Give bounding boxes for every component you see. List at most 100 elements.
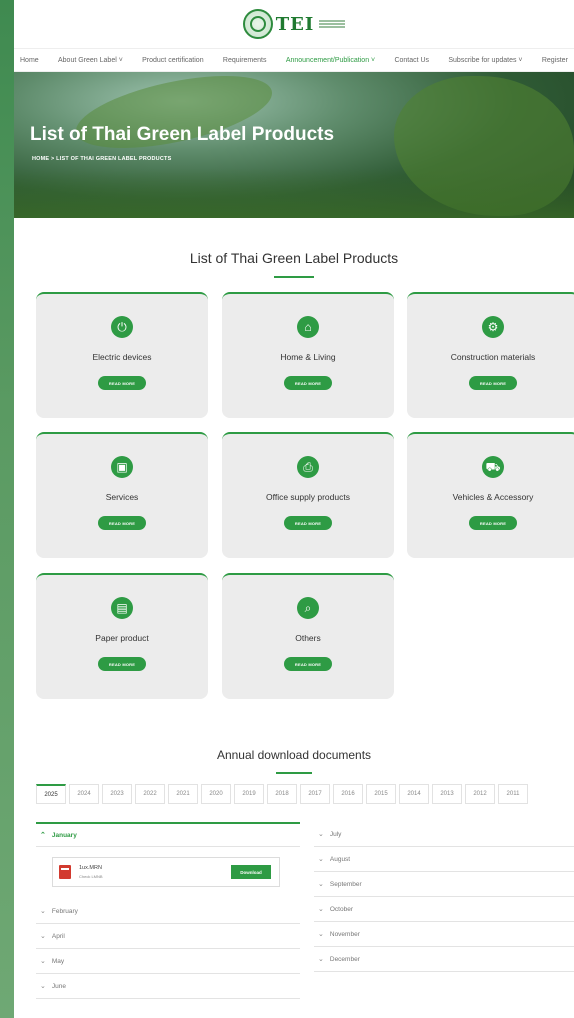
read-more-button[interactable]: READ MORE [284, 376, 332, 390]
category-label: Others [295, 633, 321, 643]
seal-icon [242, 9, 273, 39]
nav-contact-us[interactable]: Contact Us [392, 57, 431, 64]
year-tab[interactable]: 2025 [36, 784, 66, 804]
month-label: September [329, 880, 362, 888]
read-more-button[interactable]: READ MORE [469, 376, 517, 390]
chevron-down-icon: ⌄ [40, 958, 46, 965]
printer-icon: ⎙ [297, 456, 319, 478]
year-tab[interactable]: 2024 [69, 784, 99, 804]
month-toggle[interactable]: ⌄ August [314, 847, 574, 872]
year-tab[interactable]: 2013 [432, 784, 462, 804]
month-label: May [51, 957, 65, 965]
year-tab[interactable]: 2014 [399, 784, 429, 804]
year-tab[interactable]: 2017 [300, 784, 330, 804]
month-label: December [329, 955, 360, 963]
site-header: TEI [14, 0, 574, 48]
month-toggle[interactable]: ⌄ December [314, 947, 574, 972]
read-more-button[interactable]: READ MORE [284, 657, 332, 671]
category-card[interactable]: ⎙ Office supply products READ MORE [222, 432, 394, 558]
breadcrumb[interactable]: HOME > LIST OF THAI GREEN LABEL PRODUCTS [32, 156, 171, 162]
month-toggle[interactable]: ⌄ June [36, 974, 300, 999]
month-label: February [51, 907, 78, 915]
year-tab[interactable]: 2012 [465, 784, 495, 804]
read-more-button[interactable]: READ MORE [98, 516, 146, 530]
category-label: Office supply products [266, 492, 350, 502]
year-tab[interactable]: 2022 [135, 784, 165, 804]
main-nav: Home About Green Label ˅ Product certifi… [14, 48, 574, 72]
category-card[interactable]: ▤ Paper product READ MORE [36, 573, 208, 699]
year-tab[interactable]: 2021 [168, 784, 198, 804]
chevron-down-icon: ⌄ [318, 906, 324, 913]
year-tab[interactable]: 2020 [201, 784, 231, 804]
read-more-button[interactable]: READ MORE [98, 657, 146, 671]
tei-logo[interactable]: TEI [242, 9, 346, 39]
briefcase-icon: ▣ [111, 456, 133, 478]
logo-subtitle [319, 20, 346, 28]
chevron-down-icon: ⌄ [318, 831, 324, 838]
category-card[interactable]: ⌕ Others READ MORE [222, 573, 394, 699]
month-toggle[interactable]: ⌄ November [314, 922, 574, 947]
year-tab[interactable]: 2018 [267, 784, 297, 804]
category-label: Electric devices [92, 352, 152, 362]
nav-product-certification[interactable]: Product certification [140, 57, 205, 64]
power-icon: ⏻ [111, 316, 133, 338]
nav-requirements[interactable]: Requirements [221, 57, 269, 64]
month-label: January [51, 831, 77, 839]
chevron-down-icon: ⌄ [40, 933, 46, 940]
category-card[interactable]: ⌂ Home & Living READ MORE [222, 292, 394, 418]
read-more-button[interactable]: READ MORE [284, 516, 332, 530]
year-tab[interactable]: 2015 [366, 784, 396, 804]
year-tab[interactable]: 2019 [234, 784, 264, 804]
nav-about-green-label[interactable]: About Green Label ˅ [56, 57, 125, 64]
month-toggle[interactable]: ⌄ October [314, 897, 574, 922]
chevron-up-icon: ⌃ [40, 832, 46, 839]
month-label: July [329, 830, 342, 838]
read-more-button[interactable]: READ MORE [469, 516, 517, 530]
category-card[interactable]: ⚙ Construction materials READ MORE [407, 292, 574, 418]
download-button[interactable]: Download [231, 865, 271, 879]
nav-register[interactable]: Register [540, 57, 570, 64]
category-card[interactable]: ⏻ Electric devices READ MORE [36, 292, 208, 418]
document-meta: Check LMNB [79, 874, 103, 879]
month-toggle[interactable]: ⌄ September [314, 872, 574, 897]
category-label: Vehicles & Accessory [452, 492, 534, 502]
month-toggle[interactable]: ⌄ April [36, 924, 300, 949]
chevron-down-icon: ⌄ [318, 931, 324, 938]
chevron-down-icon: ⌄ [318, 881, 324, 888]
pdf-icon [59, 865, 71, 879]
search-icon: ⌕ [297, 597, 319, 619]
house-icon: ⌂ [297, 316, 319, 338]
month-label: October [329, 905, 353, 913]
month-toggle[interactable]: ⌄ May [36, 949, 300, 974]
nav-subscribe[interactable]: Subscribe for updates ˅ [446, 57, 524, 64]
month-toggle[interactable]: ⌄ February [36, 899, 300, 924]
gear-icon: ⚙ [482, 316, 504, 338]
category-card[interactable]: ▣ Services READ MORE [36, 432, 208, 558]
months-left-column: ⌃ January 1ux.MRN Check LMNB Download ⌄ Februa… [36, 822, 300, 999]
document-item: 1ux.MRN Check LMNB Download [52, 857, 280, 887]
month-label: April [51, 932, 65, 940]
downloads-title: Annual download documents [216, 748, 372, 762]
category-label: Paper product [95, 633, 149, 643]
nav-announcement[interactable]: Announcement/Publication ˅ [284, 57, 377, 64]
month-toggle[interactable]: ⌃ January [36, 822, 300, 847]
hero-title: List of Thai Green Label Products [30, 124, 335, 145]
month-label: June [51, 982, 66, 990]
document-name: 1ux.MRN [79, 865, 102, 871]
logo-text: TEI [275, 13, 315, 35]
month-toggle[interactable]: ⌄ July [314, 822, 574, 847]
category-grid: ⏻ Electric devices READ MORE ⌂ Home & Living… [14, 292, 574, 712]
hero-banner: List of Thai Green Label Products HOME >… [14, 72, 574, 218]
category-label: Home & Living [280, 352, 336, 362]
year-tab[interactable]: 2023 [102, 784, 132, 804]
downloads-underline [276, 772, 312, 774]
read-more-button[interactable]: READ MORE [98, 376, 146, 390]
year-tab[interactable]: 2016 [333, 784, 363, 804]
months-right-column: ⌄ July ⌄ August ⌄ September ⌄ October ⌄ November ⌄… [314, 822, 574, 972]
category-card[interactable]: ⛟ Vehicles & Accessory READ MORE [407, 432, 574, 558]
chevron-down-icon: ⌄ [40, 908, 46, 915]
year-tab[interactable]: 2011 [498, 784, 528, 804]
month-label: August [329, 855, 351, 863]
nav-home[interactable]: Home [18, 57, 41, 64]
products-section-title: List of Thai Green Label Products [189, 250, 399, 266]
